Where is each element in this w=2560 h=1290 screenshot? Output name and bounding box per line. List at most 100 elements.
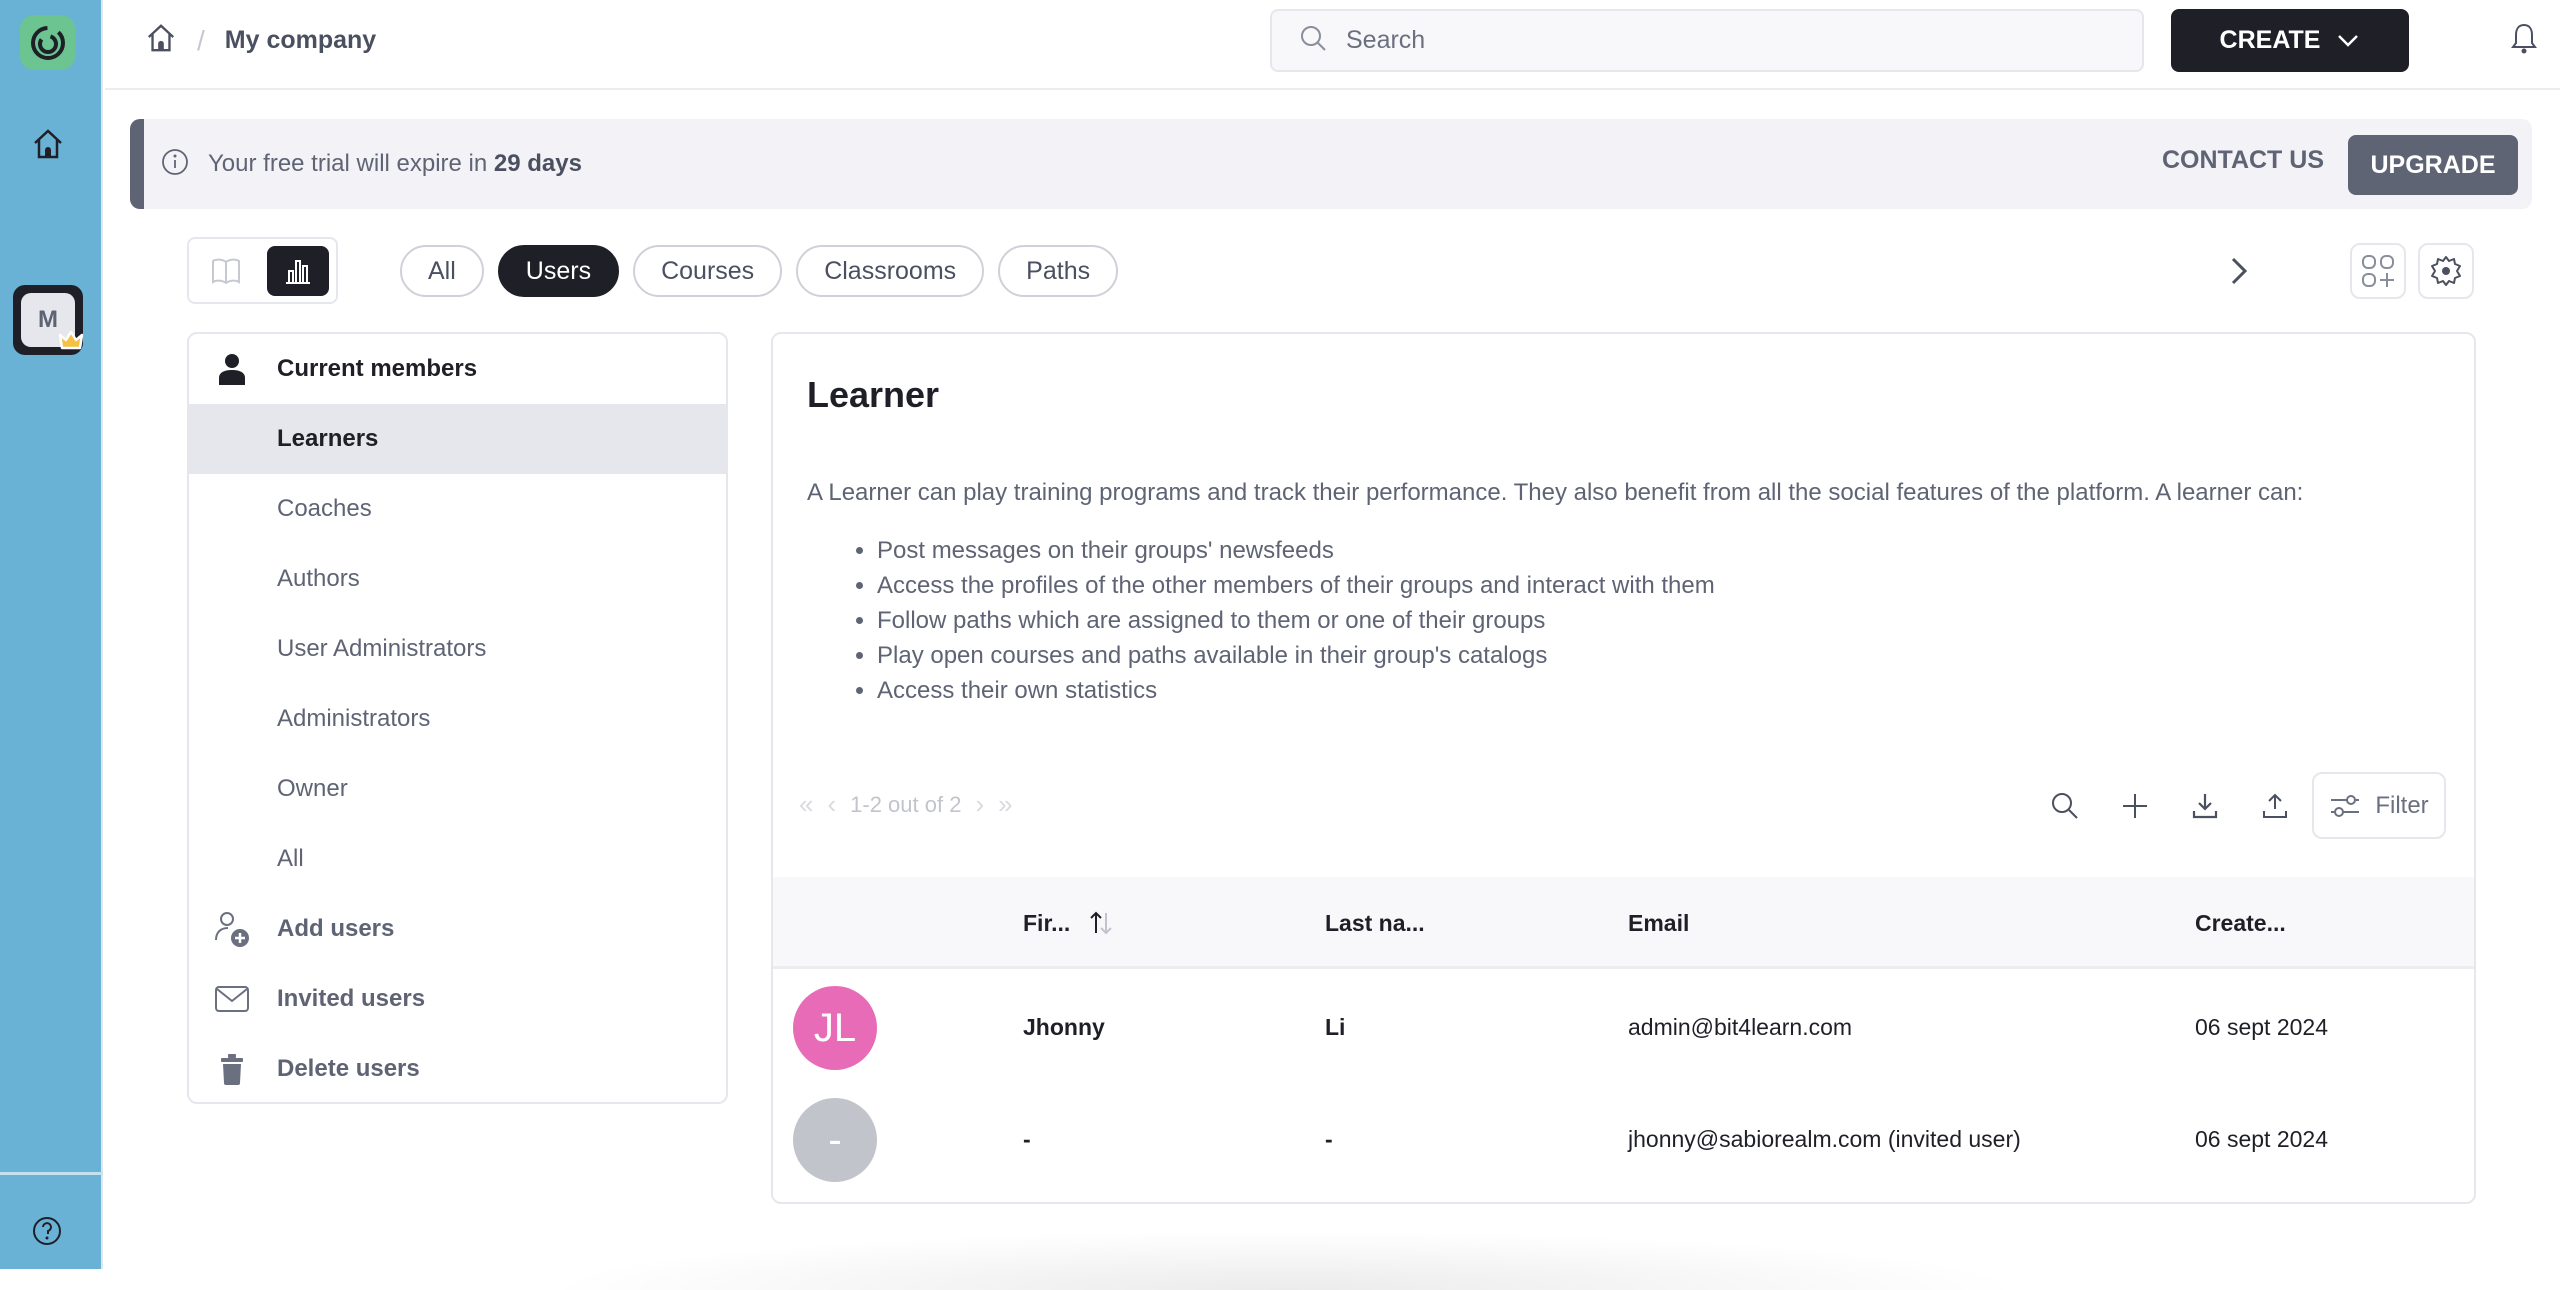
capability-item: Access their own statistics [877,673,1715,708]
download-icon[interactable] [2188,789,2222,823]
cell-email: admin@bit4learn.com [1628,1013,1853,1040]
crown-icon [57,329,85,351]
row-avatar: JL [793,986,877,1070]
sidebar-action-add-users[interactable]: Add users [189,894,726,964]
cell-last-name: Li [1325,1013,1346,1040]
catalog-view-toggle[interactable] [195,246,257,296]
sidebar-item-all[interactable]: All [189,824,726,894]
table-row[interactable]: - - - jhonny@sabiorealm.com (invited use… [773,1083,2474,1195]
app-rail: M [0,0,103,1269]
chip-all[interactable]: All [400,245,484,297]
cell-email: jhonny@sabiorealm.com (invited user) [1628,1125,2021,1152]
delete-users-label: Delete users [277,1055,420,1082]
breadcrumb-separator: / [197,24,205,56]
cell-first-name: Jhonny [1023,1013,1105,1040]
trial-message-text: Your free trial will expire in [208,150,494,177]
sidebar-item-learners[interactable]: Learners [189,404,726,474]
first-page-icon[interactable]: « [799,789,813,820]
sidebar-item-owner[interactable]: Owner [189,754,726,824]
cell-created: 06 sept 2024 [2195,1125,2329,1152]
sidebar-item-user-administrators[interactable]: User Administrators [189,614,726,684]
add-widget-button[interactable] [2350,243,2406,299]
breadcrumb-current[interactable]: My company [225,26,376,55]
column-header-created[interactable]: Create... [2195,877,2286,969]
book-icon [212,258,240,284]
search-icon[interactable] [2048,789,2082,823]
cell-last-name: - [1325,1125,1333,1152]
pagination-label: 1-2 out of 2 [850,791,962,817]
breadcrumb: / My company [145,22,376,59]
next-page-icon[interactable]: › [975,789,984,820]
column-header-last-name[interactable]: Last na... [1325,877,1425,969]
bell-icon[interactable] [2509,22,2539,56]
help-icon[interactable] [31,1215,63,1247]
chevron-right-icon[interactable] [2224,254,2254,288]
rail-divider [0,1172,103,1175]
analytics-view-toggle[interactable] [267,245,329,296]
capability-item: Follow paths which are assigned to them … [877,603,1715,638]
chip-users[interactable]: Users [497,245,620,297]
cell-created: 06 sept 2024 [2195,1013,2329,1040]
sidebar-item-authors[interactable]: Authors [189,544,726,614]
widgets-add-icon [2362,255,2394,287]
capability-list: Post messages on their groups' newsfeeds… [877,533,1715,708]
trial-days-remaining: 29 days [493,150,582,177]
sidebar-action-delete-users[interactable]: Delete users [189,1034,726,1102]
prev-page-icon[interactable]: ‹ [827,789,836,820]
gear-icon [2431,256,2461,286]
table-row[interactable]: JL Jhonny Li admin@bit4learn.com 06 sept… [773,971,2474,1083]
bar-chart-icon [286,259,310,284]
column-header-first-name[interactable]: Fir... [1023,877,1114,969]
contact-us-button[interactable]: CONTACT US [2162,146,2324,175]
role-description: A Learner can play training programs and… [807,479,2304,506]
last-page-icon[interactable]: » [998,789,1012,820]
home-icon[interactable] [31,127,65,161]
trash-icon [213,1050,251,1088]
search-icon [1298,23,1328,58]
settings-button[interactable] [2418,243,2474,299]
table-toolbar: Filter [2048,772,2446,839]
upgrade-button[interactable]: UPGRADE [2348,135,2518,195]
add-users-label: Add users [277,915,395,942]
app-logo-icon[interactable] [20,15,75,70]
search-box[interactable] [1270,9,2144,72]
table-header: Fir... Last na... Email Create... [773,877,2474,969]
trial-banner: Your free trial will expire in 29 days C… [130,119,2532,209]
chip-classrooms[interactable]: Classrooms [796,245,985,297]
capability-item: Post messages on their groups' newsfeeds [877,533,1715,568]
home-icon[interactable] [145,22,177,59]
chip-courses[interactable]: Courses [633,245,783,297]
capability-item: Play open courses and paths available in… [877,638,1715,673]
filter-chips: All Users Courses Classrooms Paths [400,245,1119,297]
row-avatar: - [793,1098,877,1182]
user-icon [213,350,251,388]
column-label: Fir... [1023,909,1071,936]
trial-message: Your free trial will expire in 29 days [208,150,582,178]
cell-first-name: - [1023,1125,1031,1152]
add-user-icon [213,910,251,948]
sidebar-action-invited-users[interactable]: Invited users [189,964,726,1034]
sidebar-item-coaches[interactable]: Coaches [189,474,726,544]
pagination: « ‹ 1-2 out of 2 › » [799,789,1013,820]
filter-button[interactable]: Filter [2312,772,2446,839]
chip-paths[interactable]: Paths [998,245,1119,297]
sidebar-item-administrators[interactable]: Administrators [189,684,726,754]
upload-icon[interactable] [2258,789,2292,823]
bottom-shadow [540,1230,2030,1290]
role-title: Learner [807,374,940,415]
top-bar: / My company CREATE JL [105,0,2560,90]
plus-icon[interactable] [2118,789,2152,823]
search-input[interactable] [1346,26,2106,55]
capability-item: Access the profiles of the other members… [877,568,1715,603]
filter-label: Filter [2375,791,2429,819]
sort-ascending-icon[interactable] [1088,909,1114,937]
info-icon [160,147,190,182]
column-header-email[interactable]: Email [1628,877,1689,969]
sidebar-header-label: Current members [277,355,478,382]
create-button[interactable]: CREATE [2171,9,2409,72]
envelope-icon [213,980,251,1018]
create-label: CREATE [2219,26,2321,54]
view-toggle [187,237,338,304]
members-sidebar: Current members Learners Coaches Authors… [187,332,728,1104]
sidebar-header-current-members: Current members [189,334,726,404]
